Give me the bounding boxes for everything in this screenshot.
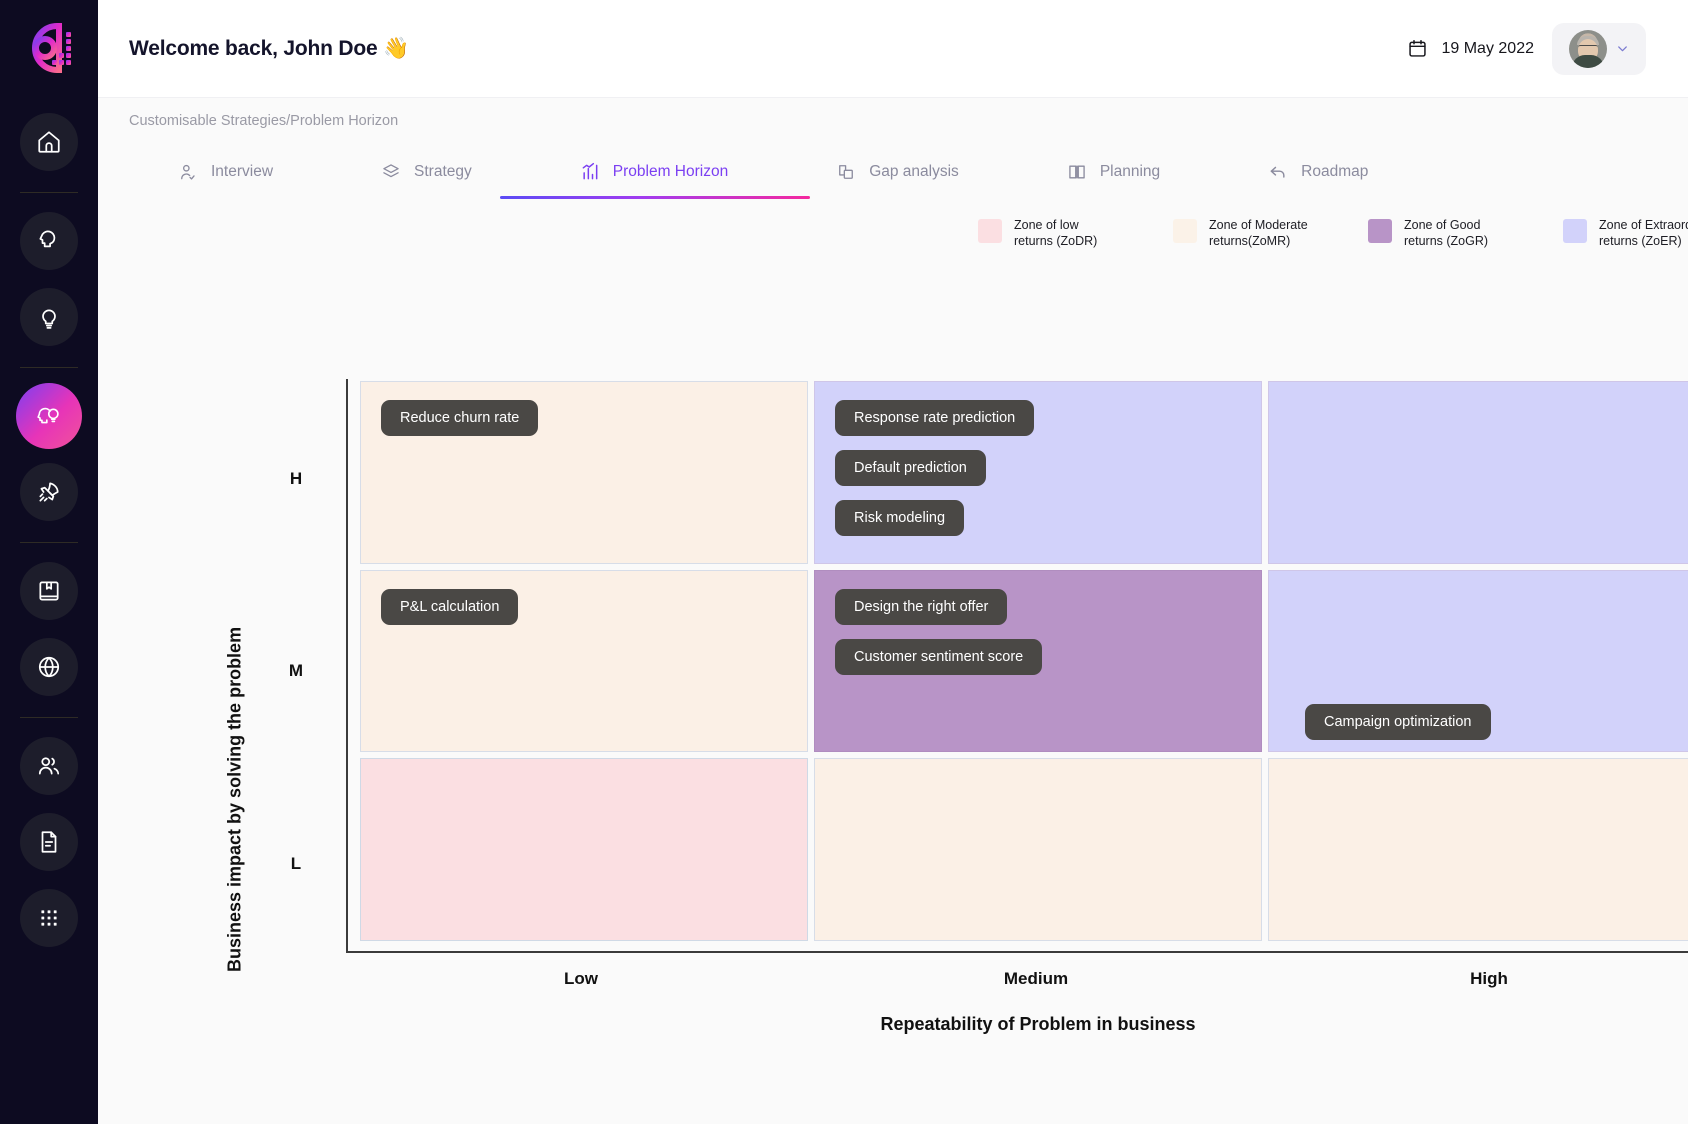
matrix-item-pill[interactable]: Design the right offer — [835, 588, 1008, 625]
matrix-item-pill[interactable]: P&L calculation — [381, 588, 519, 625]
tab-gap-analysis[interactable]: Gap analysis — [826, 144, 969, 199]
tab-label: Roadmap — [1301, 162, 1369, 180]
matrix-cell-l-high[interactable] — [1268, 758, 1688, 941]
y-axis-label: Business impact by solving the problem — [224, 626, 245, 972]
tab-strategy[interactable]: Strategy — [371, 144, 482, 199]
tab-problem-horizon[interactable]: Problem Horizon — [499, 144, 811, 199]
avatar — [1568, 29, 1607, 68]
arrow-back-icon — [1270, 166, 1285, 178]
matrix-grid: Reduce churn rate Response rate predicti… — [360, 381, 1688, 941]
rocket-icon — [39, 482, 59, 502]
date-text: 19 May 2022 — [1441, 39, 1534, 57]
matrix-cell-m-high[interactable]: Campaign optimization — [1268, 569, 1688, 753]
tab-label: Strategy — [414, 162, 472, 180]
sidebar-item-global[interactable] — [20, 638, 78, 696]
tab-planning[interactable]: Planning — [1057, 144, 1170, 199]
app-root: Welcome back, John Doe 👋 19 May 2022 Cus… — [0, 0, 1688, 1124]
sidebar-divider — [20, 367, 78, 368]
matrix-cell-m-low[interactable]: P&L calculation — [360, 569, 808, 753]
breadcrumb[interactable]: Customisable Strategies/Problem Horizon — [129, 113, 398, 129]
matrix-cell-h-low[interactable]: Reduce churn rate — [360, 381, 808, 564]
y-tick-l: L — [290, 854, 302, 873]
page-title: Welcome back, John Doe 👋 — [129, 36, 410, 60]
breadcrumb-bar: Customisable Strategies/Problem Horizon — [98, 97, 1688, 144]
document-icon — [41, 831, 57, 853]
x-tick-medium: Medium — [1003, 969, 1069, 988]
top-bar-right: 19 May 2022 — [1407, 22, 1646, 75]
sidebar-divider — [20, 542, 78, 543]
tab-label: Interview — [211, 162, 274, 180]
top-bar: Welcome back, John Doe 👋 19 May 2022 — [98, 0, 1688, 97]
layers-icon — [383, 163, 399, 177]
tab-interview[interactable]: Interview — [168, 144, 283, 199]
grid-dots-icon — [41, 910, 57, 926]
lightbulb-icon — [42, 309, 56, 329]
matrix-item-pill[interactable]: Response rate prediction — [835, 400, 1035, 436]
problem-horizon-matrix: Business impact by solving the problem H… — [98, 199, 1688, 1124]
sidebar-item-team[interactable] — [20, 737, 78, 795]
sidebar-item-library[interactable] — [20, 562, 78, 620]
x-tick-low: Low — [564, 969, 598, 988]
matrix-item-pill[interactable]: Campaign optimization — [1305, 703, 1491, 740]
sidebar-item-apps[interactable] — [20, 889, 78, 947]
matrix-item-pill[interactable]: Customer sentiment score — [835, 638, 1043, 675]
frame-icon — [839, 164, 854, 179]
calendar-icon — [1409, 40, 1427, 57]
sidebar-item-strategies[interactable] — [16, 383, 82, 449]
main-panel: Welcome back, John Doe 👋 19 May 2022 Cus… — [98, 0, 1688, 1124]
matrix-cell-l-low[interactable] — [360, 758, 808, 941]
tab-label: Gap analysis — [869, 162, 959, 180]
sidebar-item-launch[interactable] — [20, 463, 78, 521]
home-icon — [38, 131, 60, 153]
sidebar-divider — [20, 192, 78, 193]
matrix-item-pill[interactable]: Reduce churn rate — [381, 400, 539, 436]
x-tick-high: High — [1470, 969, 1508, 988]
head-profile-icon — [39, 230, 56, 248]
matrix-item-pill[interactable]: Risk modeling — [835, 500, 965, 536]
date-display[interactable]: 19 May 2022 — [1407, 38, 1534, 59]
sidebar-item-documents[interactable] — [20, 813, 78, 871]
sidebar-item-interview[interactable] — [20, 212, 78, 270]
matrix-plot: Reduce churn rate Response rate predicti… — [346, 379, 1688, 953]
globe-icon — [38, 656, 60, 678]
book-icon — [39, 581, 59, 601]
head-bulb-icon — [37, 407, 59, 424]
chevron-down-icon — [1617, 46, 1627, 52]
matrix-cell-h-medium[interactable]: Response rate prediction Default predict… — [814, 381, 1262, 564]
sidebar-item-ideas[interactable] — [20, 288, 78, 346]
tab-bar: Interview Strategy Problem Horizon Gap a… — [98, 144, 1688, 199]
sidebar-item-home[interactable] — [20, 113, 78, 171]
matrix-cell-l-medium[interactable] — [814, 758, 1262, 941]
tab-roadmap[interactable]: Roadmap — [1258, 144, 1378, 199]
y-tick-m: M — [288, 661, 304, 680]
matrix-cell-m-medium[interactable]: Design the right offer Customer sentimen… — [814, 569, 1262, 753]
matrix-item-pill[interactable]: Default prediction — [835, 450, 986, 486]
tab-label: Planning — [1099, 162, 1161, 180]
sidebar-divider — [20, 717, 78, 718]
y-tick-h: H — [289, 469, 303, 488]
user-check-icon — [181, 164, 195, 180]
avatar-menu-button[interactable] — [1552, 22, 1646, 75]
bar-chart-icon — [582, 162, 598, 179]
users-icon — [38, 757, 60, 775]
matrix-cell-h-high[interactable] — [1268, 381, 1688, 564]
tab-label: Problem Horizon — [612, 162, 729, 180]
brand-logo[interactable] — [21, 22, 77, 78]
x-axis-label: Repeatability of Problem in business — [880, 1014, 1196, 1034]
content-area: Zone of low returns (ZoDR) Zone of Moder… — [98, 199, 1688, 1124]
sidebar — [0, 0, 98, 1124]
book-open-icon — [1069, 165, 1085, 178]
